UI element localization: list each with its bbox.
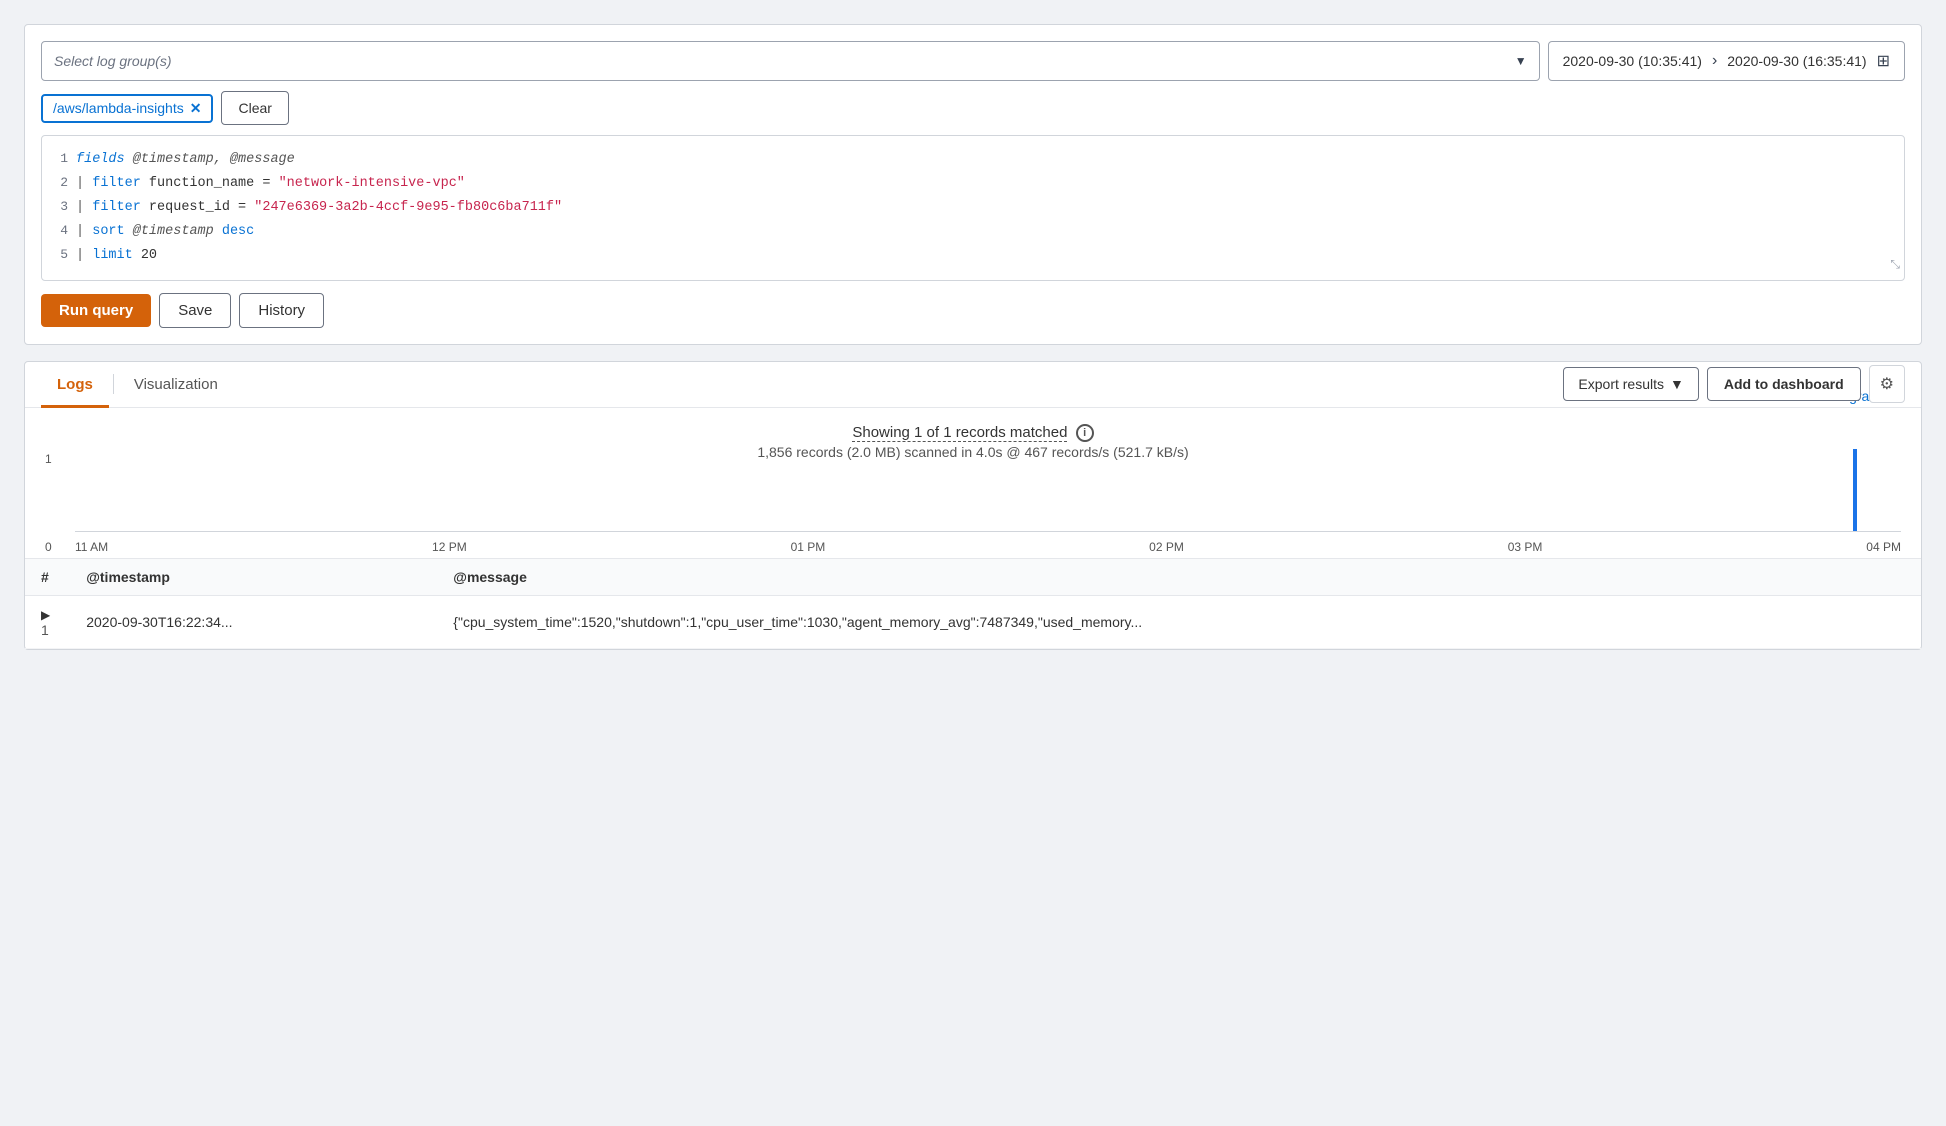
line-number-3: 3 <box>50 196 68 218</box>
x-label-01pm: 01 PM <box>791 540 826 554</box>
code-line-1: 1 fields @timestamp, @message <box>50 148 1896 172</box>
save-button[interactable]: Save <box>159 293 231 328</box>
col-header-num: # <box>25 558 70 595</box>
x-label-02pm: 02 PM <box>1149 540 1184 554</box>
date-range-picker[interactable]: 2020-09-30 (10:35:41) › 2020-09-30 (16:3… <box>1548 41 1905 81</box>
row-timestamp: 2020-09-30T16:22:34... <box>70 595 437 648</box>
histogram-baseline <box>75 531 1901 532</box>
log-group-tag-label: /aws/lambda-insights <box>53 100 184 116</box>
code-line-3: 3 | filter request_id = "247e6369-3a2b-4… <box>50 196 1896 220</box>
code-content-2: | filter function_name = "network-intens… <box>76 173 1896 196</box>
tag-bar: /aws/lambda-insights ✕ Clear <box>41 91 1905 125</box>
resize-handle-icon[interactable]: ⤡ <box>1890 255 1900 275</box>
col-header-message: @message <box>437 558 1921 595</box>
row-message: {"cpu_system_time":1520,"shutdown":1,"cp… <box>437 595 1921 648</box>
x-label-03pm: 03 PM <box>1508 540 1543 554</box>
row-number: 1 <box>41 622 49 638</box>
close-tag-icon[interactable]: ✕ <box>190 100 202 117</box>
code-editor[interactable]: 1 fields @timestamp, @message 2 | filter… <box>41 135 1905 281</box>
date-end: 2020-09-30 (16:35:41) <box>1727 53 1866 69</box>
tab-actions: Export results ▼ Add to dashboard ⚙ <box>1563 365 1905 403</box>
calendar-icon: ⊞ <box>1877 51 1890 71</box>
col-header-timestamp: @timestamp <box>70 558 437 595</box>
code-content-5: | limit 20 <box>76 245 1896 268</box>
code-line-2: 2 | filter function_name = "network-inte… <box>50 172 1896 196</box>
tabs-bar: Logs Visualization Export results ▼ Add … <box>25 362 1921 408</box>
histogram-bar <box>1853 449 1857 531</box>
gear-icon: ⚙ <box>1880 376 1894 393</box>
line-number-4: 4 <box>50 220 68 242</box>
clear-button[interactable]: Clear <box>221 91 288 125</box>
history-button[interactable]: History <box>239 293 324 328</box>
selected-log-group-tag[interactable]: /aws/lambda-insights ✕ <box>41 94 213 123</box>
arrow-icon: › <box>1712 52 1717 70</box>
code-content-3: | filter request_id = "247e6369-3a2b-4cc… <box>76 197 1896 220</box>
date-start: 2020-09-30 (10:35:41) <box>1563 53 1702 69</box>
tab-visualization[interactable]: Visualization <box>118 362 234 408</box>
add-to-dashboard-button[interactable]: Add to dashboard <box>1707 367 1861 401</box>
table-row: ▶ 1 2020-09-30T16:22:34... {"cpu_system_… <box>25 595 1921 648</box>
code-content-1: fields @timestamp, @message <box>76 149 1896 172</box>
query-panel: Select log group(s) ▼ 2020-09-30 (10:35:… <box>24 24 1922 345</box>
x-label-12pm: 12 PM <box>432 540 467 554</box>
results-main-text: Showing 1 of 1 records matched i <box>25 424 1921 442</box>
table-header-row: # @timestamp @message <box>25 558 1921 595</box>
tab-logs[interactable]: Logs <box>41 362 109 408</box>
results-panel: Logs Visualization Export results ▼ Add … <box>24 361 1922 650</box>
histogram-chart-area: 11 AM 12 PM 01 PM 02 PM 03 PM 04 PM <box>75 444 1901 554</box>
histogram-wrapper: 1 0 11 AM 12 PM 01 PM 02 PM 03 PM 04 PM <box>25 444 1921 558</box>
code-line-4: 4 | sort @timestamp desc <box>50 220 1896 244</box>
results-table: # @timestamp @message ▶ 1 2020-09-30T16:… <box>25 558 1921 649</box>
x-labels: 11 AM 12 PM 01 PM 02 PM 03 PM 04 PM <box>75 536 1901 554</box>
x-label-04pm: 04 PM <box>1866 540 1901 554</box>
log-group-select[interactable]: Select log group(s) ▼ <box>41 41 1540 81</box>
settings-gear-button[interactable]: ⚙ <box>1869 365 1905 403</box>
query-header: Select log group(s) ▼ 2020-09-30 (10:35:… <box>41 41 1905 81</box>
x-label-11am: 11 AM <box>75 540 108 554</box>
line-number-1: 1 <box>50 148 68 170</box>
chevron-down-icon: ▼ <box>1515 54 1527 68</box>
action-bar: Run query Save History <box>41 293 1905 328</box>
row-expand-cell: ▶ 1 <box>25 595 70 648</box>
chevron-down-icon: ▼ <box>1670 376 1684 392</box>
line-number-5: 5 <box>50 244 68 266</box>
log-group-placeholder: Select log group(s) <box>54 53 172 69</box>
row-expand-button[interactable]: ▶ <box>41 608 50 622</box>
y-label-0: 0 <box>45 540 75 554</box>
info-icon: i <box>1076 424 1094 442</box>
y-label-1: 1 <box>45 452 75 466</box>
run-query-button[interactable]: Run query <box>41 294 151 327</box>
tab-separator <box>113 374 114 394</box>
line-number-2: 2 <box>50 172 68 194</box>
code-line-5: 5 | limit 20 <box>50 244 1896 268</box>
export-results-button[interactable]: Export results ▼ <box>1563 367 1698 401</box>
code-content-4: | sort @timestamp desc <box>76 221 1896 244</box>
